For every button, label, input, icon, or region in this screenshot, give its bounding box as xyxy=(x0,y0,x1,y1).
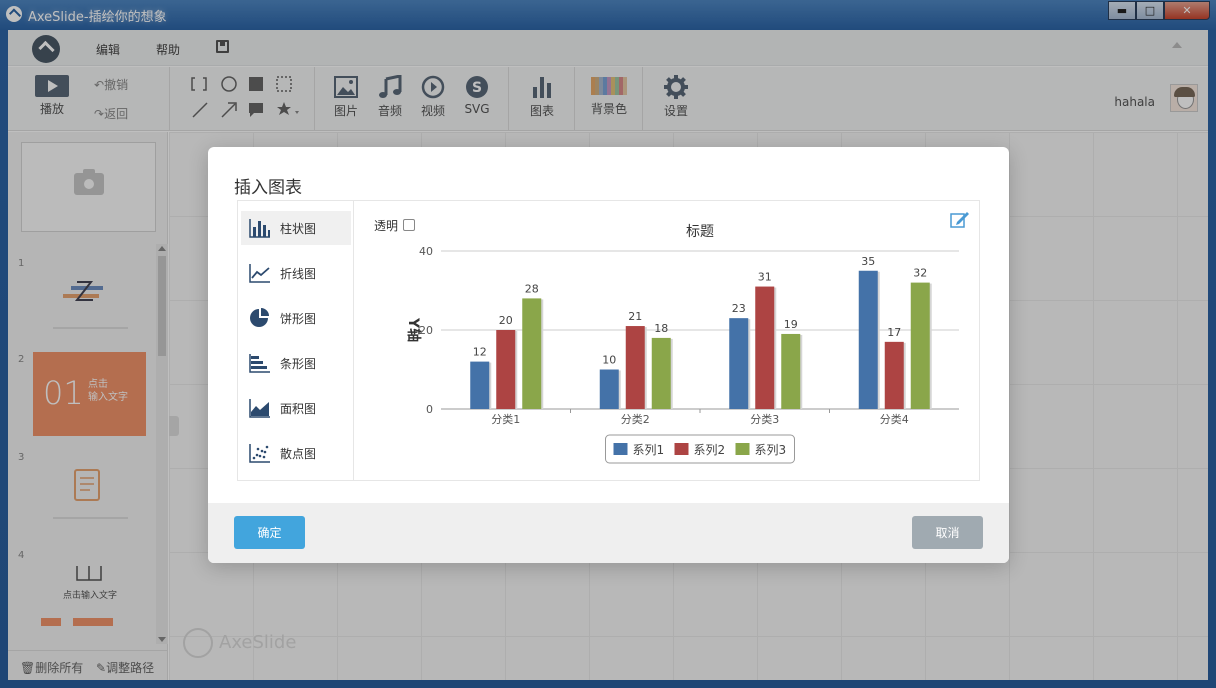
chart-type-horizontal-bar[interactable]: 条形图 xyxy=(241,346,351,380)
chart-type-label: 散点图 xyxy=(280,446,317,461)
dialog-body: 柱状图 折线图 饼形图 条形图 面积图 散点图 透明 标题 Y轴 0 20 40… xyxy=(237,200,980,481)
chart-type-label: 折线图 xyxy=(280,266,317,281)
cancel-button[interactable]: 取消 xyxy=(912,516,983,549)
bar xyxy=(884,341,904,409)
legend-label: 系列1 xyxy=(633,443,665,457)
y-tick-label: 20 xyxy=(419,324,433,337)
legend-label: 系列2 xyxy=(694,443,726,457)
bar xyxy=(910,282,930,409)
chart-preview-area: 透明 标题 Y轴 0 20 40 分类1 12 20 28 分类2 10 21 18 分类3 23 31 19 分… xyxy=(355,201,980,480)
bar xyxy=(858,270,878,409)
chart-type-area[interactable]: 面积图 xyxy=(241,391,351,425)
bar xyxy=(599,369,619,409)
bar xyxy=(522,298,542,409)
chart-type-list: 柱状图 折线图 饼形图 条形图 面积图 散点图 xyxy=(238,201,354,480)
bar xyxy=(496,330,516,409)
bar xyxy=(729,318,749,409)
dialog-title: 插入图表 xyxy=(234,178,302,198)
data-label: 17 xyxy=(887,326,901,339)
data-label: 21 xyxy=(628,310,642,323)
data-label: 19 xyxy=(784,318,798,331)
bar xyxy=(755,286,775,409)
horizontal-bar-chart-icon xyxy=(249,354,270,373)
area-chart-icon xyxy=(249,399,270,418)
data-label: 23 xyxy=(732,302,746,315)
chart-type-pie[interactable]: 饼形图 xyxy=(241,301,351,335)
x-tick-label: 分类1 xyxy=(491,412,520,426)
legend-swatch xyxy=(674,443,689,455)
data-label: 20 xyxy=(499,314,513,327)
bar xyxy=(781,333,801,409)
x-tick-label: 分类4 xyxy=(880,412,909,426)
chart-type-scatter[interactable]: 散点图 xyxy=(241,436,351,470)
data-label: 32 xyxy=(913,267,927,280)
legend-swatch xyxy=(613,443,628,455)
chart-type-bar[interactable]: 柱状图 xyxy=(241,211,351,245)
dialog-footer: 确定 取消 xyxy=(208,503,1009,563)
chart-type-label: 面积图 xyxy=(280,401,317,416)
chart-title: 标题 xyxy=(686,224,714,240)
chart-type-line[interactable]: 折线图 xyxy=(241,256,351,290)
bar xyxy=(651,337,671,409)
line-chart-icon xyxy=(249,264,270,283)
bar xyxy=(625,326,645,409)
data-label: 10 xyxy=(602,354,616,367)
y-tick-label: 40 xyxy=(419,245,433,258)
y-tick-label: 0 xyxy=(426,403,433,416)
data-label: 35 xyxy=(861,255,875,268)
data-label: 31 xyxy=(758,271,772,284)
data-label: 28 xyxy=(525,282,539,295)
chart-type-label: 条形图 xyxy=(280,356,317,371)
legend-swatch xyxy=(735,443,750,455)
bar-chart: 标题Y轴02040分类1122028分类2102118分类3233119分类43… xyxy=(405,224,959,464)
data-label: 18 xyxy=(654,322,668,335)
scatter-chart-icon xyxy=(249,444,270,463)
legend-label: 系列3 xyxy=(755,443,787,457)
data-label: 12 xyxy=(473,346,487,359)
x-tick-label: 分类2 xyxy=(621,412,650,426)
pie-chart-icon xyxy=(250,308,269,327)
x-tick-label: 分类3 xyxy=(750,412,779,426)
bar-chart-icon xyxy=(249,219,270,238)
bar xyxy=(470,361,490,409)
chart-type-label: 饼形图 xyxy=(280,311,317,326)
chart-type-label: 柱状图 xyxy=(280,221,317,236)
insert-chart-dialog: 插入图表 柱状图 折线图 饼形图 条形图 面积图 散点图 透明 标题 Y轴 0 … xyxy=(208,147,1009,563)
confirm-button[interactable]: 确定 xyxy=(234,516,305,549)
